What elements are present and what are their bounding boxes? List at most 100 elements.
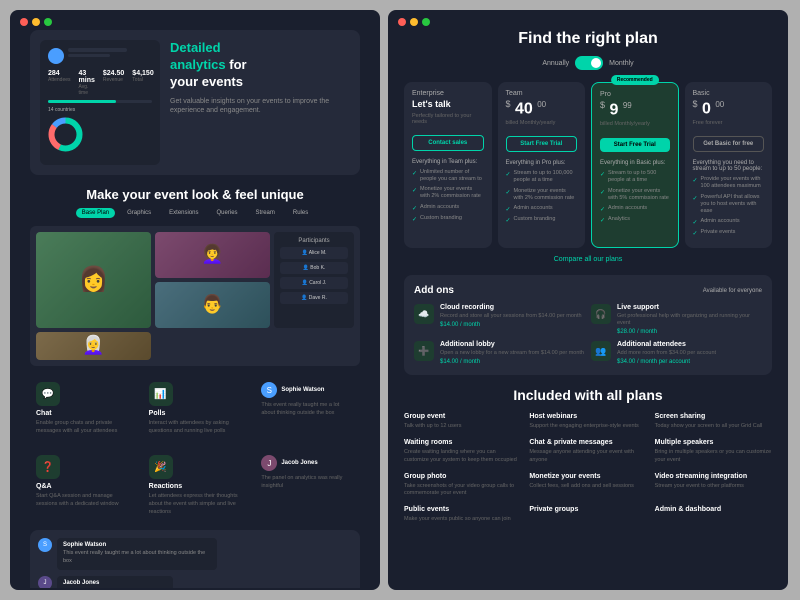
left-screen: 284 Attendees 43 mins Avg. time $24.50 R…	[10, 10, 380, 590]
addon-lobby-price: $14.00 / month	[440, 359, 585, 365]
team-price: $ 40 00	[506, 99, 578, 118]
tab-rules[interactable]: Rules	[287, 208, 314, 218]
feature-reactions: 🎉 Reactions Let attendees express their …	[143, 449, 248, 522]
reactions-title: Reactions	[149, 483, 242, 490]
included-admin: Admin & dashboard	[655, 506, 772, 524]
tab-graphics[interactable]: Graphics	[121, 208, 157, 218]
basic-note: Free forever	[693, 120, 765, 126]
waiting-rooms-desc: Create waiting landing where you can cus…	[404, 449, 521, 464]
chat-name-jacob: Jacob Jones	[63, 580, 167, 586]
addon-lobby-desc: Open a new lobby for a new stream from $…	[440, 350, 585, 357]
included-video-streaming: Video streaming integration Stream your …	[655, 473, 772, 498]
public-events-title: Public events	[404, 506, 521, 513]
feature-text: Admin accounts	[701, 218, 740, 225]
addons-subtitle: Available for everyone	[703, 288, 762, 294]
feature-polls: 📊 Polls Interact with attendees by askin…	[143, 376, 248, 441]
addon-recording-desc: Record and store all your sessions from …	[440, 313, 585, 320]
included-multiple-speakers: Multiple speakers Bring in multiple spea…	[655, 439, 772, 464]
check-icon: ✓	[693, 219, 698, 226]
stat-attendees: 284	[48, 70, 71, 77]
feature-qa: ❓ Q&A Start Q&A session and manage sessi…	[30, 449, 135, 522]
feature-text: Monetize your events with 5% commission …	[608, 188, 669, 202]
feature-text: Admin accounts	[514, 205, 553, 212]
billing-toggle[interactable]: Annually Monthly	[404, 56, 772, 70]
pro-btn[interactable]: Start Free Trial	[600, 138, 670, 152]
basic-btn[interactable]: Get Basic for free	[693, 136, 765, 152]
stat-total: $4,150	[132, 70, 153, 77]
chat-icon: 💬	[36, 382, 60, 406]
team-btn[interactable]: Start Free Trial	[506, 136, 578, 152]
pro-suffix: 99	[623, 101, 632, 110]
chat-text-sophie: This event really taught me a lot about …	[63, 550, 211, 565]
private-groups-title: Private groups	[529, 506, 646, 513]
host-webinars-desc: Support the engaging enterprise-style ev…	[529, 423, 646, 431]
tab-stream[interactable]: Stream	[250, 208, 281, 218]
analytics-section: 284 Attendees 43 mins Avg. time $24.50 R…	[30, 30, 360, 175]
check-icon: ✓	[600, 189, 605, 196]
plans-grid: Enterprise Let's talk Perfectly tailored…	[404, 82, 772, 248]
monetize-desc: Collect fees, sell add ons and sell sess…	[529, 483, 646, 491]
team-feature-2: ✓ Monetize your events with 2% commissio…	[506, 188, 578, 202]
video-cell-3: 👨	[155, 282, 270, 328]
chat-desc-inc: Message anyone attending your event with…	[529, 449, 646, 464]
feature-text: Powerful API that allows you to host eve…	[701, 194, 764, 215]
included-monetize: Monetize your events Collect fees, sell …	[529, 473, 646, 498]
cloud-recording-icon: ☁️	[414, 304, 434, 324]
check-icon: ✓	[412, 216, 417, 223]
chat-message-1: S Sophie Watson This event really taught…	[38, 538, 352, 569]
compare-link[interactable]: Compare all our plans	[404, 256, 772, 263]
tab-base[interactable]: Base Plan	[76, 208, 115, 218]
feature-text: Analytics	[608, 216, 630, 223]
enterprise-name: Enterprise	[412, 90, 484, 97]
analytics-header	[48, 48, 152, 64]
right-minimize-button[interactable]	[410, 18, 418, 26]
toggle-switch[interactable]	[575, 56, 603, 70]
minimize-button[interactable]	[32, 18, 40, 26]
pro-currency: $	[600, 100, 605, 110]
enterprise-btn[interactable]: Contact sales	[412, 135, 484, 151]
tab-extensions[interactable]: Extensions	[163, 208, 204, 218]
video-cell-1: 👩	[36, 232, 151, 328]
enterprise-tagline: Let's talk	[412, 99, 484, 109]
check-icon: ✓	[506, 171, 511, 178]
included-group-photo: Group photo Take screenshots of your vid…	[404, 473, 521, 498]
unique-title: Make your event look & feel unique	[30, 187, 360, 202]
addon-lobby-name: Additional lobby	[440, 341, 585, 348]
analytics-text: Detailedanalytics foryour events Get val…	[170, 40, 350, 116]
right-content: Find the right plan Annually Monthly Ent…	[388, 30, 788, 588]
right-close-button[interactable]	[398, 18, 406, 26]
stat-total-label: Total	[132, 77, 153, 83]
left-content: 284 Attendees 43 mins Avg. time $24.50 R…	[10, 30, 380, 588]
group-photo-title: Group photo	[404, 473, 521, 480]
additional-lobby-icon: ➕	[414, 341, 434, 361]
tab-queries[interactable]: Queries	[211, 208, 244, 218]
right-maximize-button[interactable]	[422, 18, 430, 26]
addon-support-price: $28.00 / month	[617, 329, 762, 335]
chat-name-sophie: Sophie Watson	[63, 542, 211, 548]
check-icon: ✓	[412, 205, 417, 212]
addon-lobby-info: Additional lobby Open a new lobby for a …	[440, 341, 585, 365]
team-feature-3: ✓ Admin accounts	[506, 205, 578, 213]
chat-bubble-jacob: Jacob Jones The panel on analytics was r…	[57, 576, 173, 588]
feature-text: Admin accounts	[420, 204, 459, 211]
maximize-button[interactable]	[44, 18, 52, 26]
pro-feature-4: ✓ Analytics	[600, 216, 670, 224]
pro-features-title: Everything in Basic plus:	[600, 160, 670, 166]
enterprise-feature-3: ✓ Admin accounts	[412, 204, 484, 212]
sidebar-participant-1: 👤 Alice M.	[280, 247, 348, 259]
unique-section: Make your event look & feel unique Base …	[30, 187, 360, 366]
sidebar-participant-4: 👤 Dave R.	[280, 292, 348, 304]
chat-message-2: J Jacob Jones The panel on analytics was…	[38, 576, 352, 588]
enterprise-feature-2: ✓ Monetize your events with 2% commissio…	[412, 186, 484, 200]
sidebar-panel: Participants 👤 Alice M. 👤 Bob K. 👤 Carol…	[274, 232, 354, 328]
chat-title: Chat	[36, 410, 129, 417]
addon-recording-price: $14.00 / month	[440, 322, 585, 328]
check-icon: ✓	[693, 195, 698, 202]
close-button[interactable]	[20, 18, 28, 26]
left-traffic-lights	[10, 10, 380, 30]
included-host-webinars: Host webinars Support the engaging enter…	[529, 413, 646, 431]
stat-time: 43 mins	[79, 70, 95, 84]
donut-chart	[48, 117, 83, 152]
feature-text: Stream to up to 100,000 people at a time	[514, 170, 577, 184]
enterprise-note: Perfectly tailored to your needs	[412, 113, 484, 125]
